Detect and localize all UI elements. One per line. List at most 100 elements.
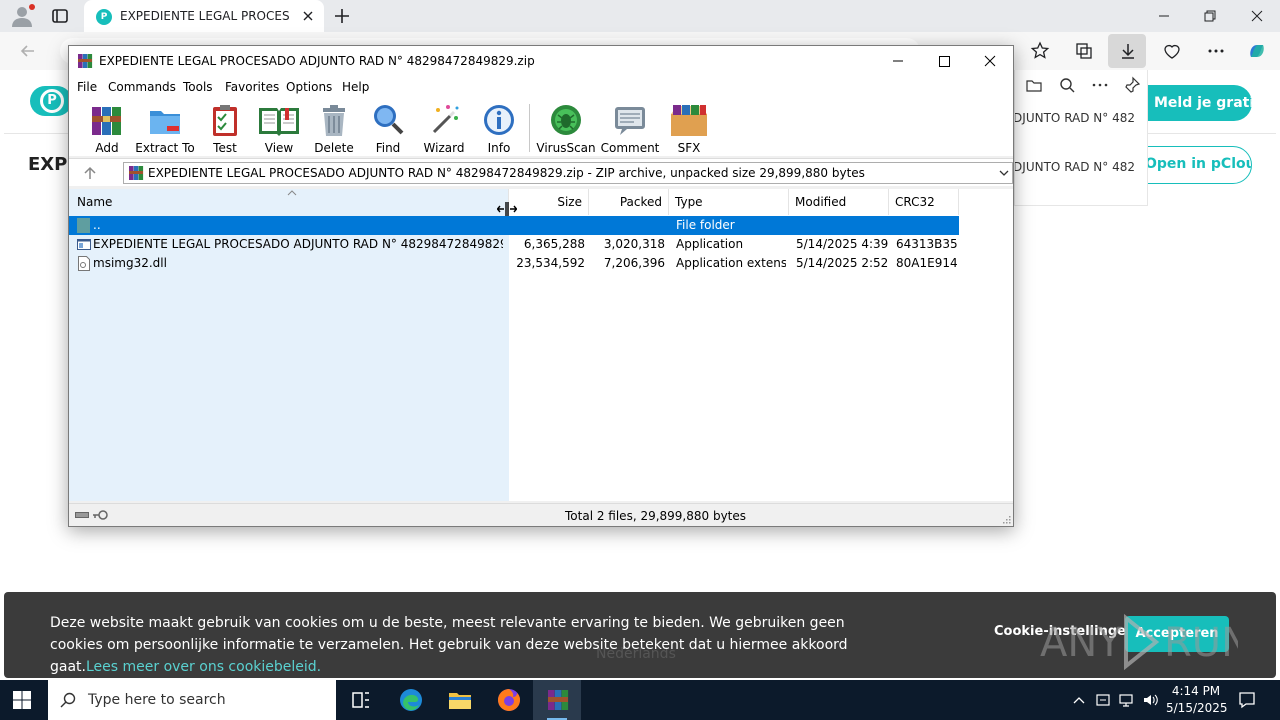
file-row-dll[interactable]: msimg32.dll 23,534,592 7,206,396 Applica… bbox=[69, 254, 959, 273]
test-label: Test bbox=[213, 141, 237, 155]
winrar-titlebar[interactable]: EXPEDIENTE LEGAL PROCESADO ADJUNTO RAD N… bbox=[69, 46, 1013, 76]
firefox-icon bbox=[498, 689, 520, 711]
wizard-button[interactable]: Wizard bbox=[414, 102, 474, 155]
comment-label: Comment bbox=[600, 141, 660, 155]
file-row-parent-folder[interactable]: .. File folder bbox=[69, 216, 959, 235]
sfx-button[interactable]: SFX bbox=[659, 102, 719, 155]
resize-grip-icon[interactable] bbox=[1001, 514, 1011, 524]
file-size: 6,365,288 bbox=[523, 237, 585, 251]
add-label: Add bbox=[95, 141, 119, 155]
sfx-label: SFX bbox=[677, 141, 701, 155]
browser-close-icon[interactable] bbox=[1247, 6, 1267, 26]
file-name: msimg32.dll bbox=[93, 256, 167, 270]
firefox-taskbar-button[interactable] bbox=[484, 680, 532, 720]
file-explorer-taskbar-button[interactable] bbox=[435, 680, 483, 720]
view-button[interactable]: View bbox=[249, 102, 309, 155]
maximize-icon[interactable] bbox=[921, 46, 967, 76]
file-row-exe[interactable]: EXPEDIENTE LEGAL PROCESADO ADJUNTO RAD N… bbox=[69, 235, 959, 254]
copilot-icon[interactable] bbox=[1247, 41, 1267, 61]
winrar-app-icon bbox=[78, 54, 93, 68]
close-icon[interactable] bbox=[967, 46, 1013, 76]
exe-file-icon bbox=[77, 239, 91, 250]
menu-favorites[interactable]: Favorites bbox=[225, 80, 279, 94]
test-button[interactable]: Test bbox=[195, 102, 255, 155]
file-size: 23,534,592 bbox=[516, 256, 585, 270]
column-header-name[interactable]: Name bbox=[71, 189, 509, 215]
collections-icon[interactable] bbox=[1074, 41, 1094, 61]
cookie-banner: Nederlands Deze website maakt gebruik va… bbox=[4, 592, 1276, 678]
taskbar-search-box[interactable]: Type here to search bbox=[48, 680, 336, 720]
winrar-icon bbox=[548, 690, 569, 710]
browser-tab[interactable]: P EXPEDIENTE LEGAL PROCESADO ADJUNTO RAD… bbox=[84, 0, 324, 32]
window-title: EXPEDIENTE LEGAL PROCESADO ADJUNTO RAD N… bbox=[99, 54, 535, 68]
clock-time: 4:14 PM bbox=[1171, 684, 1221, 698]
tab-actions-icon[interactable] bbox=[50, 6, 70, 26]
delete-button[interactable]: Delete bbox=[304, 102, 364, 155]
winrar-taskbar-button[interactable] bbox=[533, 680, 581, 720]
view-icon bbox=[259, 108, 299, 136]
find-button[interactable]: Find bbox=[358, 102, 418, 155]
more-options-icon[interactable] bbox=[1206, 41, 1226, 61]
find-label: Find bbox=[375, 141, 401, 155]
search-icon[interactable] bbox=[1058, 76, 1076, 94]
show-hidden-icons-chevron-up-icon[interactable] bbox=[1071, 692, 1087, 708]
notifications-icon[interactable] bbox=[1238, 691, 1256, 709]
column-header-size[interactable]: Size bbox=[509, 189, 589, 215]
up-arrow-icon[interactable] bbox=[81, 165, 99, 181]
file-crc32: 80A1E914 bbox=[896, 256, 958, 270]
pin-icon[interactable] bbox=[1123, 76, 1141, 94]
search-result-row[interactable]: EXPEDIENTE LEGAL PROCESADO ADJUNTO RAD N… bbox=[1015, 111, 1135, 125]
back-arrow-icon[interactable] bbox=[18, 41, 38, 61]
extract-icon bbox=[150, 111, 180, 134]
archive-icon bbox=[129, 166, 144, 180]
file-type: File folder bbox=[676, 218, 735, 232]
column-header-crc32[interactable]: CRC32 bbox=[889, 189, 959, 215]
favorites-icon[interactable] bbox=[1030, 41, 1050, 61]
virusscan-button[interactable]: VirusScan bbox=[536, 102, 596, 155]
find-icon bbox=[374, 105, 404, 135]
menu-file[interactable]: File bbox=[77, 80, 97, 94]
comment-button[interactable]: Comment bbox=[600, 102, 660, 155]
column-header-type[interactable]: Type bbox=[669, 189, 789, 215]
windows-start-icon[interactable] bbox=[12, 690, 32, 710]
key-icon[interactable] bbox=[92, 509, 108, 521]
extract-to-button[interactable]: Extract To bbox=[135, 102, 195, 155]
menu-options[interactable]: Options bbox=[286, 80, 332, 94]
task-view-button[interactable] bbox=[336, 680, 384, 720]
system-clock[interactable]: 4:14 PM 5/15/2025 bbox=[1166, 683, 1228, 717]
toolbar-separator bbox=[529, 104, 530, 152]
search-result-row[interactable]: EXPEDIENTE LEGAL PROCESADO ADJUNTO RAD N… bbox=[1015, 160, 1135, 174]
more-icon[interactable] bbox=[1091, 76, 1109, 94]
edge-taskbar-button[interactable] bbox=[386, 680, 434, 720]
column-header-packed[interactable]: Packed bbox=[589, 189, 669, 215]
chevron-down-icon[interactable] bbox=[998, 167, 1010, 179]
wizard-icon bbox=[432, 105, 459, 134]
file-type: Application bbox=[676, 237, 744, 251]
volume-icon[interactable] bbox=[1142, 692, 1158, 708]
taskbar: Type here to search 4:14 PM 5/15/2025 bbox=[0, 680, 1280, 720]
browser-restore-icon[interactable] bbox=[1200, 6, 1220, 26]
browser-minimize-icon[interactable] bbox=[1154, 6, 1174, 26]
column-header-modified[interactable]: Modified bbox=[789, 189, 889, 215]
info-button[interactable]: Info bbox=[469, 102, 529, 155]
tab-close-icon[interactable] bbox=[300, 8, 316, 24]
file-list[interactable]: Name Size Packed Type Modified CRC32 .. … bbox=[69, 189, 1013, 501]
network-icon[interactable] bbox=[1118, 692, 1134, 708]
defender-tray-icon[interactable] bbox=[1095, 692, 1111, 708]
minimize-icon[interactable] bbox=[875, 46, 921, 76]
browser-essentials-icon[interactable] bbox=[1162, 41, 1182, 61]
file-crc32: 64313B35 bbox=[896, 237, 958, 251]
winrar-window: EXPEDIENTE LEGAL PROCESADO ADJUNTO RAD N… bbox=[68, 45, 1014, 527]
folder-icon bbox=[77, 218, 90, 233]
pcloud-favicon-icon: P bbox=[96, 9, 112, 25]
menu-tools[interactable]: Tools bbox=[183, 80, 213, 94]
menu-help[interactable]: Help bbox=[342, 80, 369, 94]
drive-icon[interactable] bbox=[74, 509, 90, 521]
menu-commands[interactable]: Commands bbox=[108, 80, 176, 94]
path-combobox[interactable]: EXPEDIENTE LEGAL PROCESADO ADJUNTO RAD N… bbox=[123, 162, 1013, 184]
new-tab-icon[interactable] bbox=[332, 6, 352, 26]
add-button[interactable]: Add bbox=[77, 102, 137, 155]
pcloud-logo[interactable]: P bbox=[30, 86, 72, 116]
cookie-policy-link[interactable]: Lees meer over ons cookiebeleid. bbox=[86, 659, 321, 675]
folder-icon[interactable] bbox=[1025, 76, 1043, 94]
